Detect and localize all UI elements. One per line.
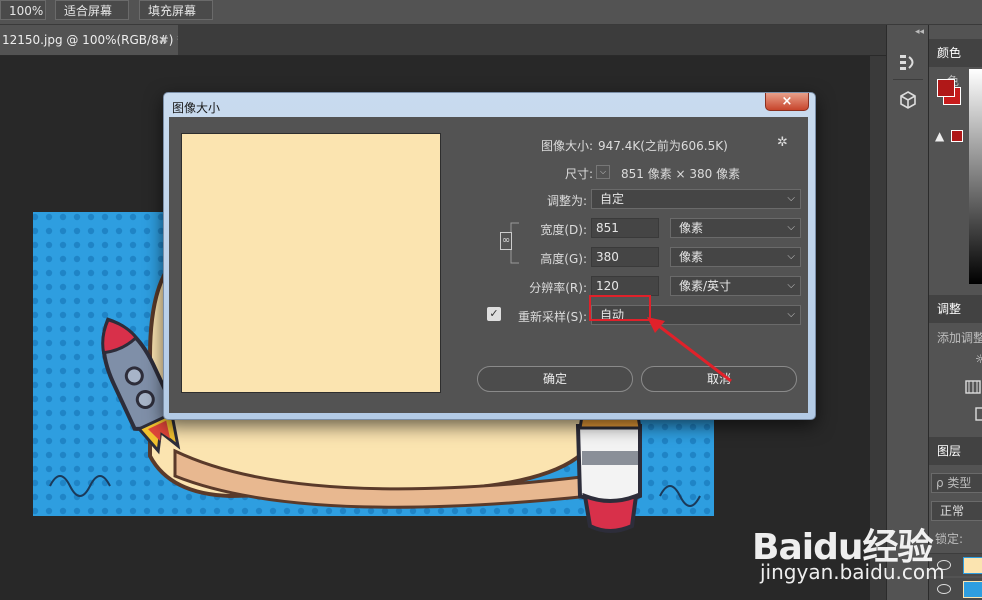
lock-label: 锁定: — [935, 532, 964, 546]
tab-layers[interactable]: 图层 通 — [929, 437, 982, 486]
dock-divider — [893, 79, 923, 80]
height-unit-select[interactable]: 像素 ⌵ — [670, 247, 801, 267]
3d-cube-icon[interactable] — [898, 90, 918, 110]
dialog-body: 图像大小: 947.4K(之前为606.5K) ✲ 尺寸: ⌵ 851 像素 ×… — [169, 117, 808, 413]
height-label: 高度(G): — [540, 252, 587, 266]
resample-label: 重新采样(S): — [517, 310, 587, 324]
chevron-down-icon: ⌵ — [787, 280, 795, 291]
dialog-title: 图像大小 — [172, 101, 221, 115]
chevron-down-icon: ⌵ — [787, 309, 795, 320]
fill-screen-button[interactable]: 填充屏幕 — [139, 0, 213, 20]
dimensions-unit-dropdown[interactable]: ⌵ — [596, 165, 610, 179]
tab-adjustments[interactable]: 调整 — [929, 295, 982, 323]
levels-icon[interactable] — [965, 380, 981, 394]
annotation-arrow — [647, 317, 732, 383]
add-adjustment-hint: 添加调整 — [937, 331, 982, 345]
resolution-input[interactable]: 120 — [591, 276, 659, 296]
panel-dock-icons: ◂◂ — [886, 25, 929, 600]
close-tab-icon[interactable]: × — [158, 25, 168, 55]
zoom-100-button[interactable]: 100% — [0, 0, 46, 20]
fit-screen-button[interactable]: 适合屏幕 — [55, 0, 129, 20]
document-tab[interactable]: 12150.jpg @ 100%(RGB/8#) * × — [0, 25, 178, 55]
gamut-color-swatch[interactable] — [951, 130, 963, 142]
width-unit-value: 像素 — [679, 221, 704, 235]
chevron-down-icon: ⌵ — [787, 222, 795, 233]
layer-thumbnail — [963, 581, 982, 598]
ok-button[interactable]: 确定 — [477, 366, 633, 392]
dimensions-value: 851 像素 × 380 像素 — [621, 167, 741, 181]
width-unit-select[interactable]: 像素 ⌵ — [670, 218, 801, 238]
tab-color[interactable]: 颜色 色 — [929, 39, 982, 88]
dimensions-label: 尺寸: — [564, 167, 593, 181]
document-tab-bar: 12150.jpg @ 100%(RGB/8#) * × — [0, 25, 886, 56]
image-size-label: 图像大小: — [540, 139, 593, 153]
color-spectrum[interactable] — [969, 69, 982, 284]
image-preview[interactable] — [181, 133, 441, 393]
layer-thumbnail — [963, 557, 982, 574]
chevron-down-icon: ⌵ — [787, 251, 795, 262]
height-unit-value: 像素 — [679, 250, 704, 264]
blend-mode-select[interactable]: 正常 — [931, 501, 982, 521]
brightness-icon[interactable]: ☼ — [975, 352, 982, 366]
watermark-url: jingyan.baidu.com — [760, 560, 945, 584]
history-icon[interactable] — [898, 52, 918, 72]
gamut-warning-icon: ▲ — [935, 129, 945, 143]
foreground-color-swatch[interactable] — [937, 79, 955, 97]
fit-to-select[interactable]: 自定 ⌵ — [591, 189, 801, 209]
resolution-label: 分辨率(R): — [529, 281, 587, 295]
options-bar: 100% 适合屏幕 填充屏幕 — [0, 0, 982, 25]
collapse-panels-icon[interactable]: ◂◂ — [915, 27, 924, 37]
fit-to-label: 调整为: — [546, 194, 587, 208]
right-panels: 颜色 色 ▲ 调整 添加调整 ☼ 图层 通 ρ 类型 正常 锁定: — [928, 25, 982, 600]
visibility-eye-icon[interactable] — [937, 584, 951, 594]
fit-to-value: 自定 — [600, 192, 625, 206]
resolution-unit-select[interactable]: 像素/英寸 ⌵ — [670, 276, 801, 296]
document-tab-title: 12150.jpg @ 100%(RGB/8#) * — [2, 33, 178, 47]
image-size-dialog: 图像大小 × 图像大小: 947.4K(之前为606.5K) ✲ 尺寸: ⌵ 8… — [163, 92, 816, 420]
tab-layers-label: 图层 — [937, 444, 962, 458]
chevron-down-icon: ⌵ — [787, 193, 795, 204]
width-label: 宽度(D): — [540, 223, 587, 237]
height-input[interactable]: 380 — [591, 247, 659, 267]
gear-icon[interactable]: ✲ — [777, 135, 788, 150]
resolution-unit-value: 像素/英寸 — [679, 279, 732, 293]
tab-color-label: 颜色 — [937, 46, 962, 60]
width-input[interactable]: 851 — [591, 218, 659, 238]
curves-icon[interactable] — [975, 407, 982, 421]
image-size-value: 947.4K(之前为606.5K) — [598, 139, 728, 153]
dialog-close-button[interactable]: × — [765, 93, 809, 111]
layer-filter-kind[interactable]: ρ 类型 — [931, 473, 982, 493]
